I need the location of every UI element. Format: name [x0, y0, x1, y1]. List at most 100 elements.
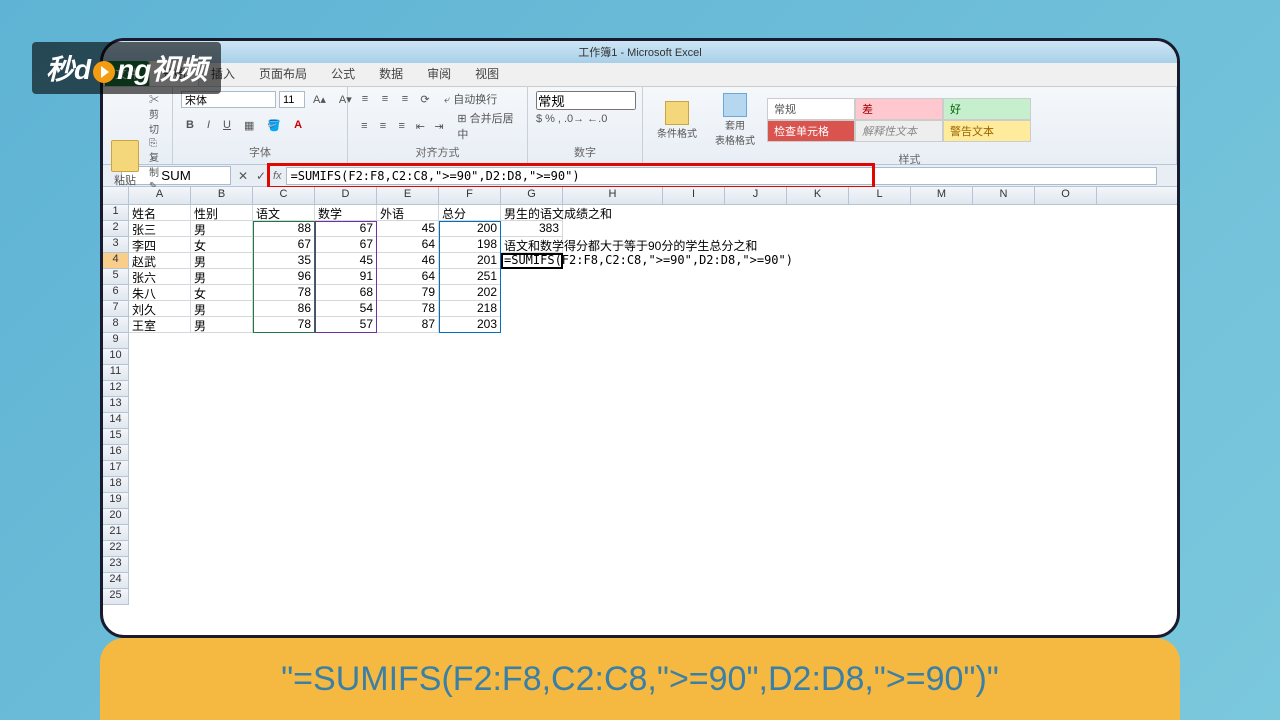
col-header[interactable]: A	[129, 187, 191, 204]
cell[interactable]: 男	[191, 253, 253, 269]
number-format-select[interactable]	[536, 91, 636, 110]
row-header[interactable]: 2	[103, 221, 129, 237]
cell[interactable]: 35	[253, 253, 315, 269]
row-header[interactable]: 12	[103, 381, 129, 397]
cell[interactable]: 383	[501, 221, 563, 237]
cell[interactable]: 朱八	[129, 285, 191, 301]
cell[interactable]: 张三	[129, 221, 191, 237]
cell[interactable]: 64	[377, 237, 439, 253]
row-header[interactable]: 18	[103, 477, 129, 493]
dec-decimal-button[interactable]: ←.0	[587, 113, 607, 125]
active-cell[interactable]: =SUMIFS(F2:F8,C2:C8,">=90",D2:D8,">=90")	[501, 253, 563, 269]
cell[interactable]: 王室	[129, 317, 191, 333]
row-header[interactable]: 22	[103, 541, 129, 557]
col-header[interactable]: I	[663, 187, 725, 204]
cell[interactable]: 男	[191, 317, 253, 333]
cell[interactable]: 外语	[377, 205, 439, 221]
align-bottom-button[interactable]: ≡	[396, 91, 414, 107]
currency-button[interactable]: $	[536, 113, 542, 125]
cell[interactable]: 96	[253, 269, 315, 285]
cell[interactable]: 64	[377, 269, 439, 285]
tab-data[interactable]: 数据	[367, 61, 415, 86]
cell[interactable]: 语文	[253, 205, 315, 221]
row-header[interactable]: 4	[103, 253, 129, 269]
row-header[interactable]: 1	[103, 205, 129, 221]
formula-bar-input[interactable]	[286, 167, 1157, 185]
col-header[interactable]: O	[1035, 187, 1097, 204]
comma-button[interactable]: ,	[558, 113, 561, 125]
row-header[interactable]: 3	[103, 237, 129, 253]
font-size-input[interactable]	[279, 91, 305, 108]
tab-review[interactable]: 审阅	[415, 61, 463, 86]
cell[interactable]: 79	[377, 285, 439, 301]
row-header[interactable]: 16	[103, 445, 129, 461]
cell[interactable]: 张六	[129, 269, 191, 285]
row-header[interactable]: 24	[103, 573, 129, 589]
row-header[interactable]: 25	[103, 589, 129, 605]
cell[interactable]: 78	[377, 301, 439, 317]
col-header[interactable]: E	[377, 187, 439, 204]
style-good[interactable]: 好	[943, 98, 1031, 120]
cell[interactable]: 数学	[315, 205, 377, 221]
cut-button[interactable]: ✂ 剪切	[149, 91, 164, 136]
select-all-corner[interactable]	[103, 187, 129, 204]
cell[interactable]: 251	[439, 269, 501, 285]
orientation-button[interactable]: ⟳	[416, 91, 434, 107]
inc-decimal-button[interactable]: .0→	[564, 113, 584, 125]
underline-button[interactable]: U	[218, 117, 236, 134]
merge-center-button[interactable]: ⊞ 合并后居中	[457, 110, 519, 142]
cell[interactable]: 201	[439, 253, 501, 269]
cell[interactable]: 46	[377, 253, 439, 269]
align-middle-button[interactable]: ≡	[376, 91, 394, 107]
cell[interactable]: 88	[253, 221, 315, 237]
accept-formula-button[interactable]: ✓	[253, 169, 269, 183]
row-header[interactable]: 7	[103, 301, 129, 317]
row-header[interactable]: 14	[103, 413, 129, 429]
tab-layout[interactable]: 页面布局	[247, 61, 319, 86]
col-header[interactable]: D	[315, 187, 377, 204]
cell[interactable]: 87	[377, 317, 439, 333]
cell[interactable]: 198	[439, 237, 501, 253]
col-header[interactable]: G	[501, 187, 563, 204]
cell[interactable]: 68	[315, 285, 377, 301]
cell[interactable]: 67	[253, 237, 315, 253]
border-button[interactable]: ▦	[239, 117, 259, 134]
row-header[interactable]: 5	[103, 269, 129, 285]
style-normal[interactable]: 常规	[767, 98, 855, 120]
cell[interactable]: 女	[191, 285, 253, 301]
align-right-button[interactable]: ≡	[393, 118, 410, 134]
style-explanatory[interactable]: 解释性文本	[855, 120, 943, 142]
row-header[interactable]: 13	[103, 397, 129, 413]
cell[interactable]: 男生的语文成绩之和	[501, 205, 563, 221]
cancel-formula-button[interactable]: ✕	[235, 169, 251, 183]
col-header[interactable]: N	[973, 187, 1035, 204]
cell[interactable]: 200	[439, 221, 501, 237]
cell[interactable]: 男	[191, 269, 253, 285]
cell[interactable]: 91	[315, 269, 377, 285]
cell[interactable]: 45	[315, 253, 377, 269]
tab-formulas[interactable]: 公式	[319, 61, 367, 86]
percent-button[interactable]: %	[545, 113, 555, 125]
tab-view[interactable]: 视图	[463, 61, 511, 86]
cell[interactable]: 202	[439, 285, 501, 301]
grow-font-button[interactable]: A▴	[308, 91, 331, 108]
col-header[interactable]: K	[787, 187, 849, 204]
col-header[interactable]: H	[563, 187, 663, 204]
wrap-text-button[interactable]: ⤶ 自动换行	[444, 91, 497, 107]
indent-inc-button[interactable]: ⇥	[431, 118, 448, 134]
fx-icon[interactable]: fx	[273, 170, 282, 182]
cell[interactable]: 67	[315, 237, 377, 253]
cell[interactable]: 赵武	[129, 253, 191, 269]
col-header[interactable]: M	[911, 187, 973, 204]
cell[interactable]: 78	[253, 285, 315, 301]
col-header[interactable]: B	[191, 187, 253, 204]
copy-button[interactable]: ⎘ 复制	[149, 138, 164, 179]
cell[interactable]: 总分	[439, 205, 501, 221]
col-header[interactable]: F	[439, 187, 501, 204]
align-center-button[interactable]: ≡	[375, 118, 392, 134]
cell[interactable]: 54	[315, 301, 377, 317]
cell[interactable]: 218	[439, 301, 501, 317]
cell[interactable]: 男	[191, 301, 253, 317]
cell[interactable]: 语文和数学得分都大于等于90分的学生总分之和	[501, 237, 563, 253]
cell[interactable]: 57	[315, 317, 377, 333]
